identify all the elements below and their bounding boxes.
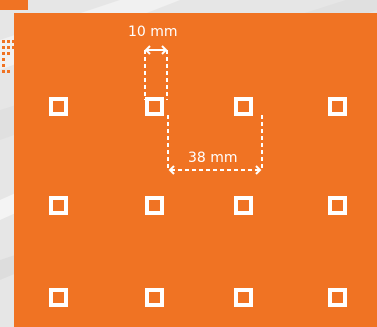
hole-r2-c2 (145, 196, 164, 215)
hole-r3-c2 (145, 288, 164, 307)
hole-r1-c1 (49, 97, 68, 116)
diagram-canvas: 10 mm 38 mm (0, 0, 377, 327)
hole-r3-c3 (234, 288, 253, 307)
hole-r1-c2 (145, 97, 164, 116)
hole-r2-c4 (328, 196, 347, 215)
hole-spacing-label: 38 mm (188, 150, 238, 166)
hole-size-label: 10 mm (128, 24, 178, 40)
perforated-panel (14, 13, 377, 327)
hole-r3-c1 (49, 288, 68, 307)
hole-r3-c4 (328, 288, 347, 307)
hole-r1-c3 (234, 97, 253, 116)
hole-r2-c1 (49, 196, 68, 215)
hole-r1-c4 (328, 97, 347, 116)
hole-r2-c3 (234, 196, 253, 215)
